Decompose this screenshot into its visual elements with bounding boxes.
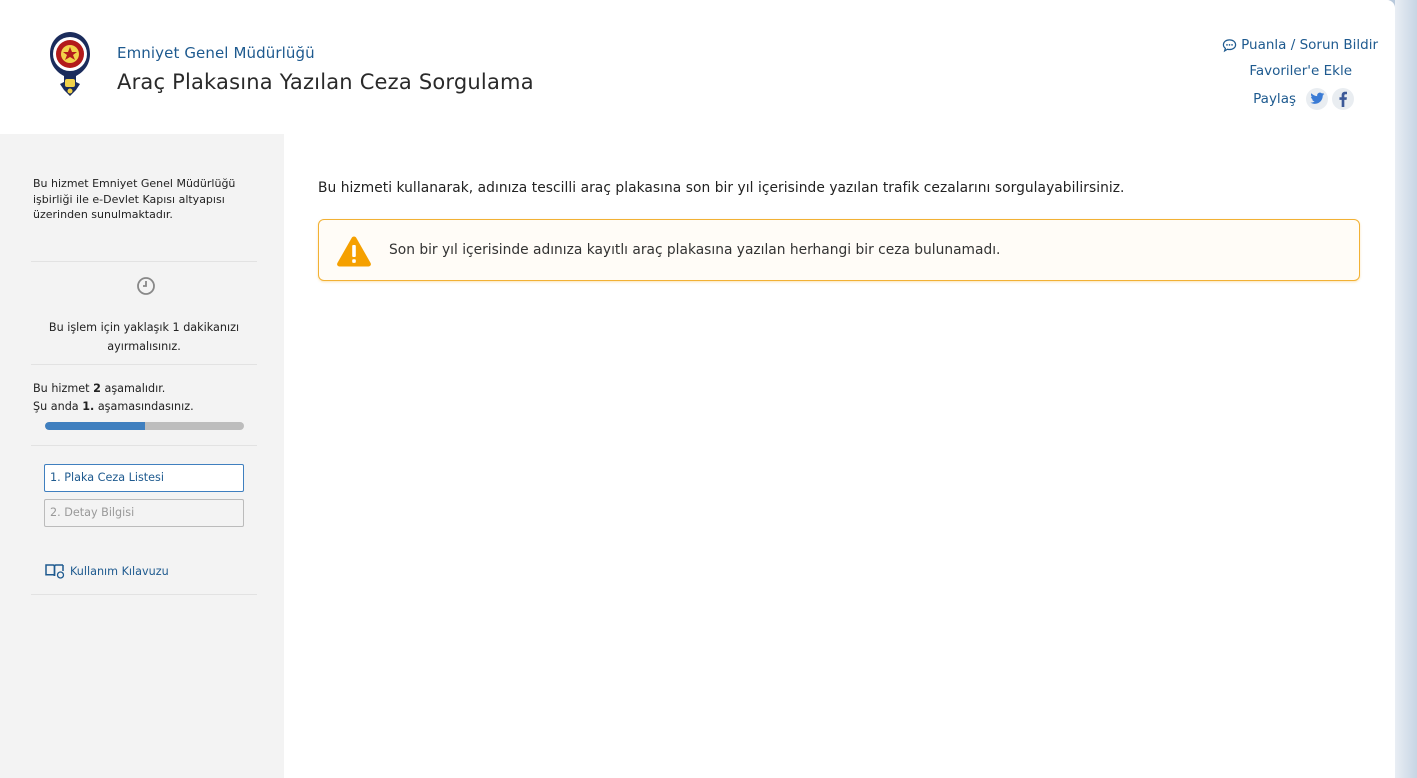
warning-icon [337, 236, 371, 267]
share-label: Paylaş [1253, 90, 1296, 107]
service-description: Bu hizmeti kullanarak, adınıza tescilli … [318, 180, 1125, 196]
step-status: Bu hizmet 2 aşamalıdır. Şu anda 1. aşama… [33, 380, 253, 415]
no-fines-alert: Son bir yıl içerisinde adınıza kayıtlı a… [318, 219, 1360, 281]
org-name: Emniyet Genel Müdürlüğü [117, 44, 315, 62]
divider [31, 445, 257, 446]
alert-message: Son bir yıl içerisinde adınıza kayıtlı a… [389, 242, 1001, 258]
step-current: 1. [82, 399, 95, 413]
user-guide-label: Kullanım Kılavuzu [70, 564, 169, 578]
twitter-icon [1310, 92, 1325, 104]
police-badge-logo [50, 32, 90, 96]
divider [31, 261, 257, 262]
divider [31, 364, 257, 365]
page-frame: Emniyet Genel Müdürlüğü Araç Plakasına Y… [0, 0, 1395, 778]
rate-report-link[interactable]: Puanla / Sorun Bildir [1222, 37, 1378, 54]
add-to-favorites-link[interactable]: Favoriler'e Ekle [1249, 63, 1352, 80]
step-progress-bar [45, 422, 244, 430]
main-content: Bu hizmeti kullanarak, adınıza tescilli … [284, 134, 1395, 778]
divider [31, 594, 257, 595]
book-icon [45, 564, 65, 579]
step-1-button[interactable]: 1. Plaka Ceza Listesi [44, 464, 244, 492]
twitter-share-button[interactable] [1306, 88, 1328, 110]
facebook-icon [1339, 91, 1347, 107]
page-title: Araç Plakasına Yazılan Ceza Sorgulama [117, 70, 534, 94]
sidebar: Bu hizmet Emniyet Genel Müdürlüğü işbirl… [0, 134, 284, 778]
header: Emniyet Genel Müdürlüğü Araç Plakasına Y… [0, 0, 1395, 134]
step-current-line: Şu anda 1. aşamasındasınız. [33, 399, 194, 413]
window-edge [1395, 0, 1417, 778]
header-links: Puanla / Sorun Bildir Favoriler'e Ekle P… [1222, 32, 1378, 112]
estimated-time-note: Bu işlem için yaklaşık 1 dakikanızı ayır… [48, 321, 240, 353]
chat-bubble-icon [1222, 38, 1237, 52]
step-progress-fill [45, 422, 145, 430]
service-provider-note: Bu hizmet Emniyet Genel Müdürlüğü işbirl… [33, 177, 236, 221]
step-2-button[interactable]: 2. Detay Bilgisi [44, 499, 244, 527]
step-total-line: Bu hizmet 2 aşamalıdır. [33, 382, 166, 395]
rate-report-label: Puanla / Sorun Bildir [1241, 36, 1378, 53]
clock-icon [137, 277, 155, 295]
step-total: 2 [93, 382, 101, 395]
facebook-share-button[interactable] [1332, 88, 1354, 110]
user-guide-link[interactable]: Kullanım Kılavuzu [45, 563, 169, 579]
